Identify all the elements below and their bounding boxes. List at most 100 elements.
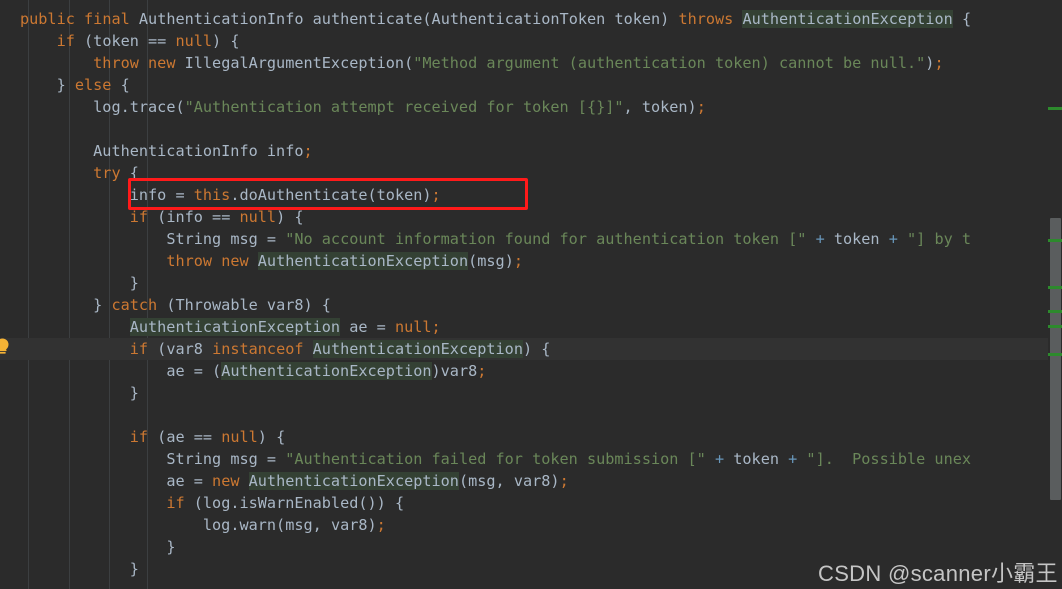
code-token: ae [349,318,368,336]
editor-scrollbar[interactable] [1048,0,1062,589]
error-stripe-marker[interactable] [1048,310,1062,313]
code-token: isWarnEnabled [239,494,359,512]
code-line[interactable]: if (var8 instanceof AuthenticationExcept… [20,338,550,360]
error-stripe-marker[interactable] [1048,239,1062,242]
code-line[interactable]: String msg = "No account information fou… [20,228,971,250]
code-token: token [614,10,661,28]
code-line[interactable]: try { [20,162,139,184]
code-token: + [879,230,908,248]
code-token: msg [468,472,496,490]
code-token: , [495,472,514,490]
code-token: new [212,472,240,490]
code-token: = [184,472,213,490]
code-token: "Authentication attempt received for tok… [184,98,624,116]
scrollbar-thumb[interactable] [1050,218,1061,500]
code-token: ; [431,318,441,336]
code-token: "] by t [907,230,972,248]
code-line[interactable]: throw new AuthenticationException(msg); [20,250,523,272]
code-token: ) { [522,340,551,358]
code-line[interactable]: if (log.isWarnEnabled()) { [20,492,404,514]
code-token: if [166,494,185,512]
code-token: log [202,516,231,534]
code-line[interactable]: ae = (AuthenticationException)var8; [20,360,486,382]
code-token: ( [276,516,286,534]
code-token: = [257,450,286,468]
code-token: warn [239,516,277,534]
code-line[interactable]: AuthenticationInfo info; [20,140,313,162]
code-line[interactable]: if (info == null) { [20,206,304,228]
csdn-watermark: CSDN @scanner小霸王 [818,561,1058,586]
code-line[interactable]: } [20,536,175,558]
code-token: } [56,76,75,94]
code-line[interactable]: if (token == null) { [20,30,240,52]
code-line[interactable]: public final AuthenticationInfo authenti… [20,8,971,30]
error-stripe-marker[interactable] [1048,286,1062,289]
code-token: AuthenticationException [248,472,459,490]
code-token: } [129,384,139,402]
code-line[interactable]: ae = new AuthenticationException(msg, va… [20,470,569,492]
code-token: var8 [266,296,304,314]
code-token: info [266,142,304,160]
code-token: msg [285,516,313,534]
code-token: ( [468,252,478,270]
code-token: ( [175,98,185,116]
code-token: throw [93,54,139,72]
code-token: final [84,10,130,28]
code-line[interactable]: throw new IllegalArgumentException("Meth… [20,52,943,74]
error-stripe-marker[interactable] [1048,353,1062,356]
code-token: if [129,208,149,226]
code-token: } [93,296,112,314]
code-token: token [93,32,139,50]
code-token: AuthenticationException [742,10,953,28]
code-token: ) [504,252,514,270]
code-line[interactable]: AuthenticationException ae = null; [20,316,441,338]
code-token: ) [431,362,441,380]
code-token: ( [404,54,414,72]
code-token: ( [148,340,167,358]
code-token: log [202,494,231,512]
code-line[interactable]: } [20,382,139,404]
code-token: String [166,230,222,248]
error-stripe-marker[interactable] [1048,107,1062,110]
code-token: AuthenticationToken [431,10,606,28]
code-token: ( [157,296,176,314]
code-line[interactable]: log.trace("Authentication attempt receiv… [20,96,706,118]
code-line[interactable]: } else { [20,74,130,96]
code-token: String [166,450,222,468]
error-stripe-marker[interactable] [1048,325,1062,328]
code-token: "]. Possible unex [806,450,972,468]
code-token: = [367,318,395,336]
code-line[interactable]: } catch (Throwable var8) { [20,294,331,316]
code-token: AuthenticationException [312,340,523,358]
code-token: ae [166,472,185,490]
code-text-area[interactable]: public final AuthenticationInfo authenti… [0,0,1062,589]
code-line[interactable]: if (ae == null) { [20,426,285,448]
code-token: else [74,76,112,94]
code-token: ) { [276,208,304,226]
code-line[interactable]: } [20,272,139,294]
code-line[interactable]: log.warn(msg, var8); [20,514,386,536]
code-token: token [733,450,779,468]
code-line[interactable]: info = this.doAuthenticate(token); [20,184,441,206]
lightbulb-icon[interactable] [0,338,11,355]
code-token: ( [422,10,432,28]
code-token: ) [422,186,432,204]
code-token: ; [376,516,386,534]
code-editor-window: public final AuthenticationInfo authenti… [0,0,1062,589]
code-token: if [129,340,149,358]
code-token: { [120,164,139,182]
code-token: ; [303,142,313,160]
code-token: authenticate [312,10,423,28]
code-line[interactable]: } [20,558,139,580]
code-token: var8 [513,472,551,490]
code-token: + [705,450,734,468]
code-token: ae [166,428,185,446]
code-token: ( [148,208,167,226]
code-line[interactable]: String msg = "Authentication failed for … [20,448,971,470]
code-token: Throwable [175,296,258,314]
